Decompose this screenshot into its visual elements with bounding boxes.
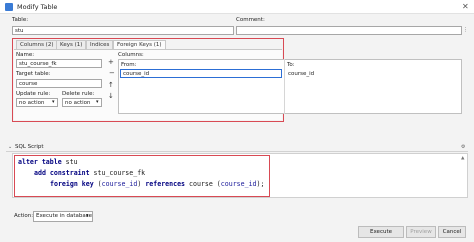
sql-constraint-name: stu_course_fk [89,169,146,177]
app-icon [5,3,13,11]
sql-line-3: foreign key (course_id) references cours… [50,180,265,188]
remove-column-icon[interactable]: − [109,69,115,77]
target-table-label: Target table: [16,71,51,77]
move-up-icon[interactable]: ↑ [108,81,114,89]
fk-name-label: Name: [16,52,35,58]
close-icon[interactable]: ✕ [462,2,469,11]
sql-line-2: add constraint stu_course_fk [34,169,145,177]
sql-keyword: alter table [18,158,62,166]
expand-icon[interactable]: ⋮ [463,27,468,33]
settings-icon[interactable]: ⚙ [461,144,465,150]
update-rule-label: Update rule: [16,91,51,97]
cancel-button[interactable]: Cancel [438,226,466,238]
scroll-up-icon[interactable]: ▲ [461,156,464,161]
sql-ref-table: course [189,180,213,188]
table-name-field[interactable]: stu [12,26,234,35]
preview-button[interactable]: Preview [406,226,436,238]
columns-label: Columns: [118,52,144,58]
from-column-field[interactable]: course_id [120,69,282,78]
sql-script-label: SQL Script [15,144,44,150]
delete-rule-label: Delete rule: [62,91,95,97]
chevron-down-icon: ▾ [96,99,99,105]
action-select[interactable]: Execute in database [33,211,93,222]
execute-button[interactable]: Execute [358,226,404,238]
comment-field[interactable] [236,26,462,35]
sql-line-1: alter table stu [18,158,78,166]
sql-keyword: add constraint [34,169,90,177]
sql-keyword: foreign key [50,180,94,188]
target-table-field[interactable]: course [16,79,102,88]
action-label: Action: [14,213,34,219]
from-label: From: [121,62,137,68]
column-divider [284,59,285,114]
sql-table-name: stu [61,158,78,166]
to-label: To: [287,62,295,68]
sql-keyword: references [145,180,186,188]
title-bar [0,0,474,14]
table-label: Table: [12,17,29,23]
sql-column: course_id [101,180,138,188]
to-column-value[interactable]: course_id [288,71,314,77]
add-column-icon[interactable]: + [108,58,114,66]
move-down-icon[interactable]: ↓ [108,92,114,100]
comment-label: Comment: [236,17,265,23]
collapse-icon[interactable]: ⌄ [8,144,12,150]
window-title: Modify Table [17,3,58,11]
sql-column: course_id [220,180,257,188]
fk-name-field[interactable]: stu_course_fk [16,59,102,68]
chevron-down-icon: ▾ [52,99,55,105]
sql-section-header [6,143,468,152]
chevron-down-icon: ▾ [86,213,89,219]
